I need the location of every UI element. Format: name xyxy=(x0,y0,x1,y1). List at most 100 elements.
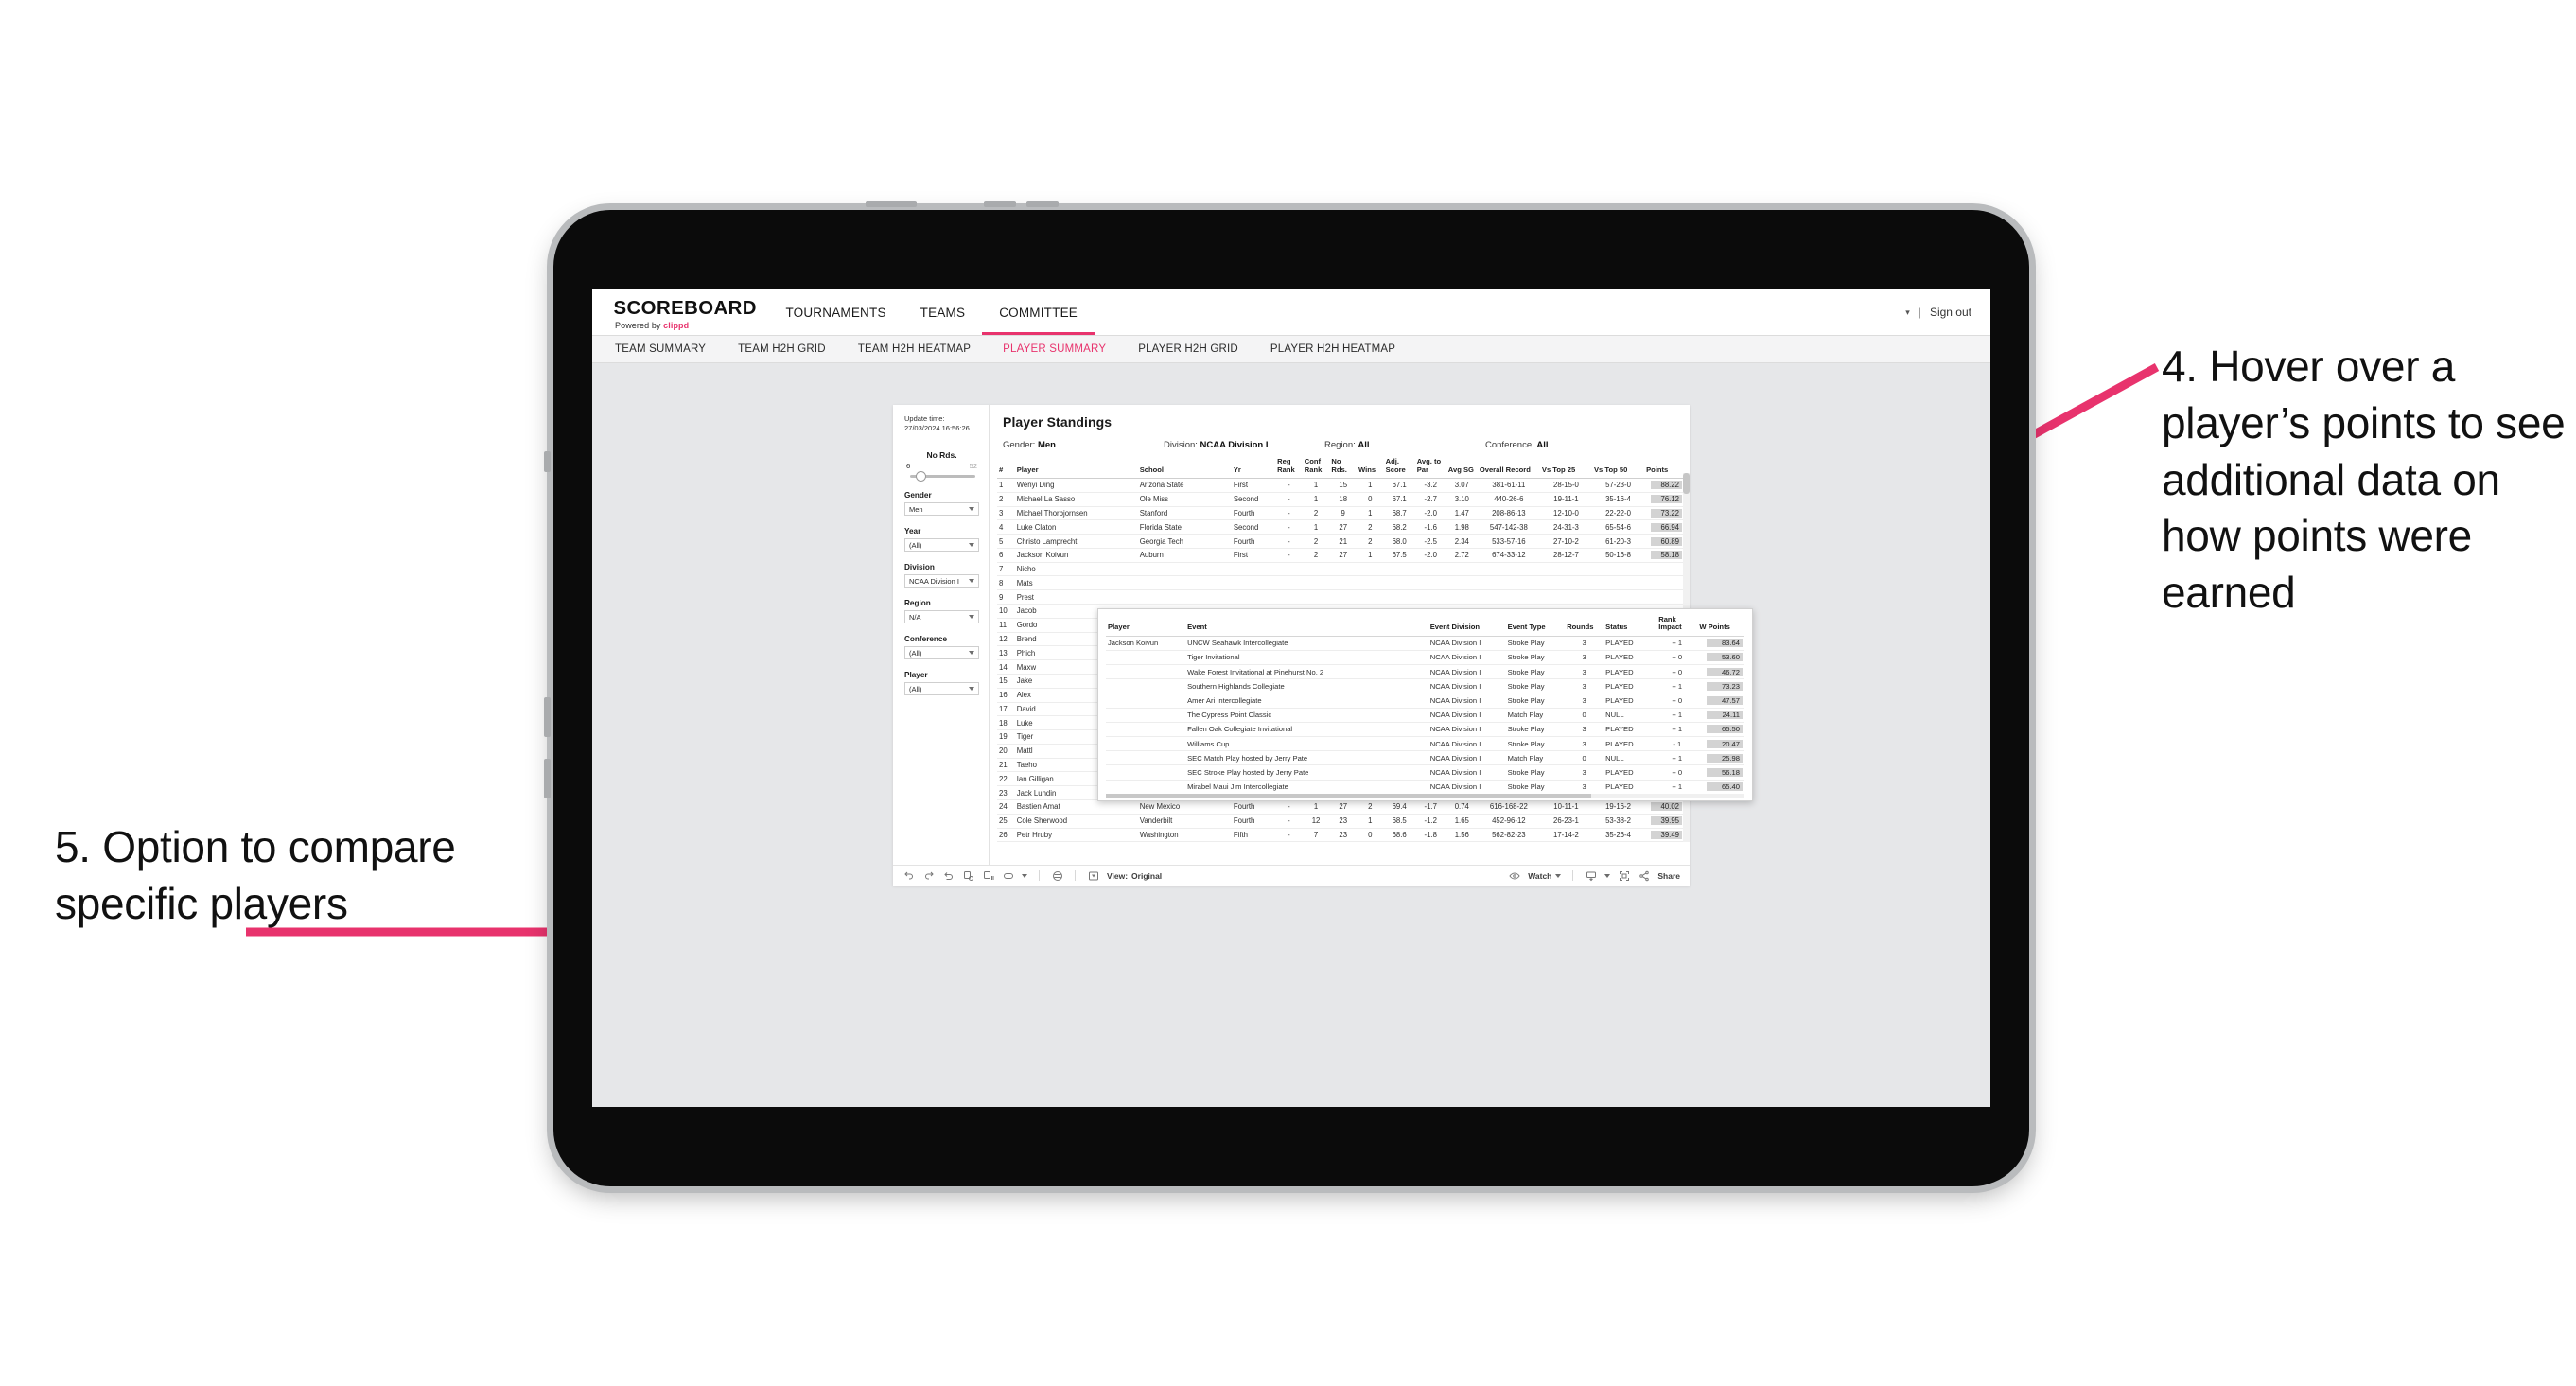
subnav-item-player-h2h-grid[interactable]: PLAYER H2H GRID xyxy=(1138,343,1238,355)
subnav-item-team-h2h-grid[interactable]: TEAM H2H GRID xyxy=(738,343,826,355)
cell-14[interactable]: 73.22 xyxy=(1644,506,1684,521)
subnav-item-team-h2h-heatmap[interactable]: TEAM H2H HEATMAP xyxy=(858,343,971,355)
col-reg-rank[interactable]: Reg Rank xyxy=(1275,454,1303,479)
nav-item-tournaments[interactable]: TOURNAMENTS xyxy=(768,289,902,335)
table-row[interactable]: 4 Luke Claton Florida State Second -1 27 2 68.2… xyxy=(997,519,1684,535)
table-row[interactable]: 5 Christo Lamprecht Georgia Tech Fourth -2 21… xyxy=(997,534,1684,549)
refresh-data-icon[interactable] xyxy=(962,869,974,882)
points-value[interactable]: 76.12 xyxy=(1651,495,1682,504)
no-rounds-slider-track[interactable] xyxy=(910,471,975,482)
cell-10 xyxy=(1446,562,1478,577)
standings-scrollbar-thumb[interactable] xyxy=(1683,473,1690,494)
col-adj-score[interactable]: Adj. Score xyxy=(1383,454,1415,479)
tt-rank-impact: + 0 xyxy=(1656,764,1698,781)
col-yr[interactable]: Yr xyxy=(1231,454,1276,479)
download-icon[interactable] xyxy=(1585,869,1597,882)
watch-button[interactable]: Watch xyxy=(1528,871,1562,881)
filter-rail: Update time: 27/03/2024 16:56:26 No Rds.… xyxy=(893,405,990,865)
cell-14[interactable]: 39.49 xyxy=(1644,828,1684,843)
col-player[interactable]: Player xyxy=(1014,454,1138,479)
col-wins[interactable]: Wins xyxy=(1357,454,1384,479)
redo-icon[interactable] xyxy=(922,869,935,882)
cell-14[interactable]: 76.12 xyxy=(1644,492,1684,507)
col-vs-top-25[interactable]: Vs Top 25 xyxy=(1539,454,1592,479)
custom-views-chevron-down-icon[interactable] xyxy=(1022,873,1027,878)
filter-gender-select[interactable]: Men xyxy=(904,502,979,517)
points-value[interactable]: 88.22 xyxy=(1651,481,1682,490)
watch-eye-icon[interactable] xyxy=(1508,869,1520,882)
nav-item-committee[interactable]: COMMITTEE xyxy=(982,289,1095,335)
tt-status: PLAYED xyxy=(1603,722,1657,738)
cell-14[interactable] xyxy=(1644,562,1684,577)
fullscreen-icon[interactable] xyxy=(1618,869,1630,882)
table-row[interactable]: 25 Cole Sherwood Vanderbilt Fourth -12 23 1 68.… xyxy=(997,814,1684,829)
watch-chevron-down-icon[interactable] xyxy=(1555,873,1562,878)
tooltip-scrollbar-thumb[interactable] xyxy=(1106,793,1591,798)
cell-5: 2 xyxy=(1302,548,1330,563)
cell-8: 67.1 xyxy=(1383,492,1415,507)
points-value[interactable]: 40.02 xyxy=(1651,802,1682,812)
cell-14[interactable]: 60.89 xyxy=(1644,534,1684,549)
col-vs-top-50[interactable]: Vs Top 50 xyxy=(1591,454,1645,479)
filter-player-select[interactable]: (All) xyxy=(904,682,979,696)
cell-14[interactable]: 40.02 xyxy=(1644,799,1684,815)
table-row[interactable]: 3 Michael Thorbjornsen Stanford Fourth -2 9 1 6… xyxy=(997,506,1684,521)
filter-year-select[interactable]: (All) xyxy=(904,538,979,553)
view-original-icon[interactable] xyxy=(1087,869,1099,882)
share-button[interactable]: Share xyxy=(1657,871,1680,881)
col-avg-to-par[interactable]: Avg. to Par xyxy=(1414,454,1446,479)
table-row[interactable]: 2 Michael La Sasso Ole Miss Second -1 18 0 67.1… xyxy=(997,492,1684,507)
pause-auto-update-icon[interactable] xyxy=(982,869,994,882)
col-avg-sg[interactable]: Avg SG xyxy=(1446,454,1478,479)
share-icon[interactable] xyxy=(1638,869,1650,882)
cell-14[interactable]: 58.18 xyxy=(1644,548,1684,563)
table-row[interactable]: 24 Bastien Amat New Mexico Fourth -1 27 2 69.4-… xyxy=(997,799,1684,815)
cell-14[interactable] xyxy=(1644,589,1684,605)
cell-4 xyxy=(1275,589,1303,605)
points-value[interactable]: 60.89 xyxy=(1651,536,1682,546)
col-conf-rank[interactable]: Conf Rank xyxy=(1302,454,1330,479)
custom-views-icon[interactable] xyxy=(1002,869,1014,882)
no-rounds-slider-group: No Rds. 6 52 xyxy=(904,450,979,482)
table-row[interactable]: 1 Wenyi Ding Arizona State First -1 15 1 67.1 -3… xyxy=(997,478,1684,493)
no-rounds-slider-handle[interactable] xyxy=(915,471,926,482)
subnav-item-player-summary[interactable]: PLAYER SUMMARY xyxy=(1003,343,1106,355)
table-row[interactable]: 6 Jackson Koivun Auburn First -2 27 1 67.5 -2.0 2… xyxy=(997,548,1684,563)
filter-division-select[interactable]: NCAA Division I xyxy=(904,574,979,588)
subnav-item-team-summary[interactable]: TEAM SUMMARY xyxy=(615,343,706,355)
cell-14[interactable]: 88.22 xyxy=(1644,478,1684,493)
view-original-button[interactable]: View: Original xyxy=(1107,871,1162,881)
undo-icon[interactable] xyxy=(902,869,915,882)
sign-out-button[interactable]: Sign out xyxy=(1930,306,1971,319)
table-row[interactable]: 7 Nicho xyxy=(997,562,1684,577)
revert-icon[interactable] xyxy=(942,869,955,882)
col-overall-record[interactable]: Overall Record xyxy=(1477,454,1540,479)
cell-11: 381-61-11 xyxy=(1477,478,1540,493)
points-value[interactable]: 39.95 xyxy=(1651,816,1682,826)
device-preview-icon[interactable] xyxy=(1051,869,1063,882)
filter-region-select[interactable]: N/A xyxy=(904,610,979,624)
col-school[interactable]: School xyxy=(1137,454,1232,479)
table-row[interactable]: 26 Petr Hruby Washington Fifth -7 23 0 68.6 -1.8… xyxy=(997,828,1684,843)
col-points[interactable]: Points xyxy=(1644,454,1684,479)
filter-conference-select[interactable]: (All) xyxy=(904,646,979,660)
tt-rounds: 3 xyxy=(1565,650,1604,666)
table-row[interactable]: 8 Mats xyxy=(997,575,1684,591)
tooltip-horizontal-scrollbar[interactable] xyxy=(1106,793,1744,798)
app-logo[interactable]: SCOREBOARD Powered by clippd xyxy=(592,289,768,335)
download-chevron-down-icon[interactable] xyxy=(1604,873,1611,878)
cell-8: 68.2 xyxy=(1383,519,1415,535)
points-value[interactable]: 39.49 xyxy=(1651,830,1682,839)
col-rank[interactable]: # xyxy=(997,454,1015,479)
points-value[interactable]: 58.18 xyxy=(1651,551,1682,560)
subnav-item-player-h2h-heatmap[interactable]: PLAYER H2H HEATMAP xyxy=(1270,343,1395,355)
account-chevron-down-icon[interactable]: ▾ xyxy=(1905,307,1910,318)
col-no-rds[interactable]: No Rds. xyxy=(1329,454,1358,479)
points-value[interactable]: 73.22 xyxy=(1651,508,1682,518)
points-value[interactable]: 66.94 xyxy=(1651,522,1682,532)
cell-14[interactable]: 39.95 xyxy=(1644,814,1684,829)
cell-14[interactable]: 66.94 xyxy=(1644,519,1684,535)
nav-item-teams[interactable]: TEAMS xyxy=(903,289,983,335)
cell-14[interactable] xyxy=(1644,575,1684,591)
table-row[interactable]: 9 Prest xyxy=(997,589,1684,605)
